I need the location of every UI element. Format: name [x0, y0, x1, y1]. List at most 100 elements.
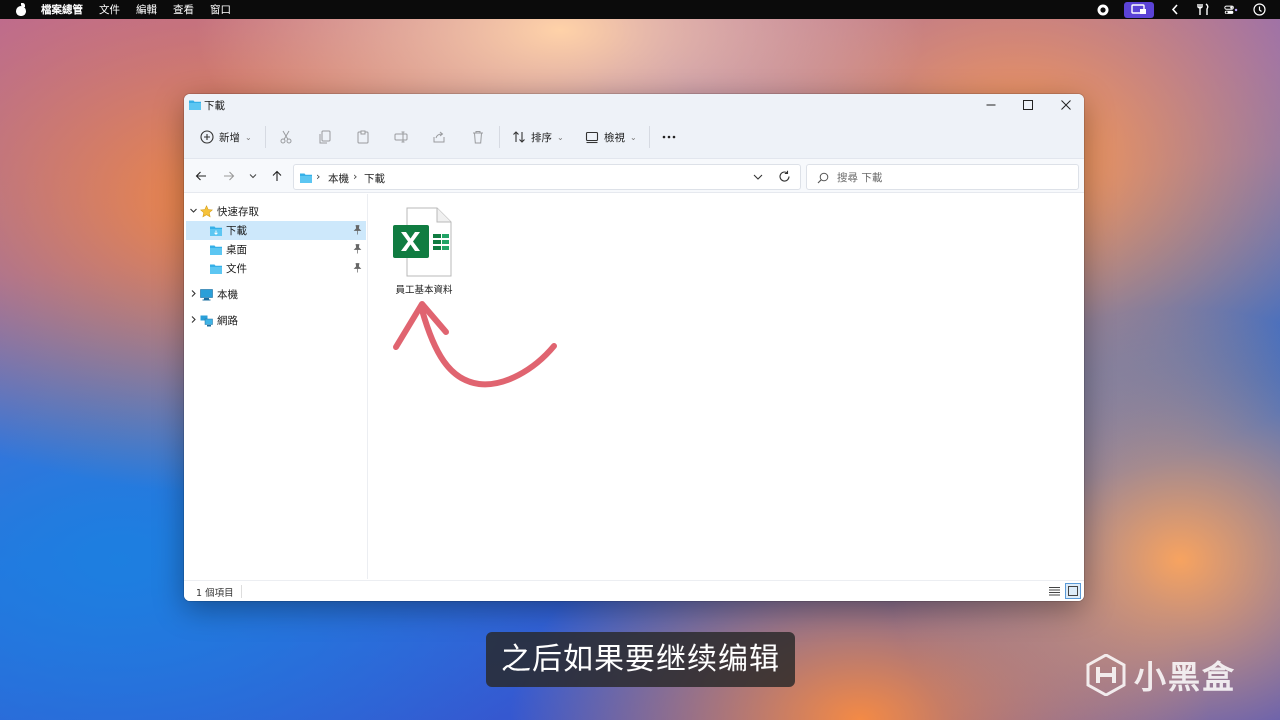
sidebar-item-network[interactable]: 網路 — [186, 311, 366, 330]
menu-view[interactable]: 查看 — [173, 2, 194, 17]
view-button[interactable]: 檢視 ⌄ — [585, 124, 637, 150]
tiles-view-icon — [1068, 586, 1078, 596]
file-explorer-window: 下載 新增 ⌄ 排序 ⌄ 檢視 ⌄ › 本機 › 下載 搜尋 下載 快速存取 下… — [184, 94, 1084, 601]
rename-icon — [394, 131, 408, 143]
refresh-button[interactable] — [778, 170, 791, 186]
address-dropdown-button[interactable] — [752, 171, 764, 186]
title-bar: 下載 — [184, 94, 1084, 116]
copy-button[interactable] — [318, 124, 332, 150]
maximize-button[interactable] — [1010, 94, 1046, 116]
chevron-down-icon[interactable] — [186, 206, 200, 218]
navigation-pane: 快速存取 下載 桌面 文件 本機 網路 — [184, 194, 368, 579]
more-options-button[interactable] — [661, 124, 677, 150]
search-box[interactable] — [806, 164, 1079, 190]
sidebar-item-label: 快速存取 — [217, 206, 259, 218]
menu-edit[interactable]: 編輯 — [136, 2, 157, 17]
share-icon — [433, 131, 445, 143]
chevron-left-icon[interactable] — [1168, 3, 1182, 17]
folder-icon — [210, 225, 222, 236]
address-row: › 本機 › 下載 — [184, 159, 1084, 193]
up-button[interactable] — [267, 167, 287, 185]
maximize-icon — [1023, 100, 1033, 110]
menu-file[interactable]: 文件 — [99, 2, 120, 17]
pin-icon[interactable] — [353, 263, 362, 276]
delete-button[interactable] — [471, 124, 485, 150]
excel-file-icon — [393, 207, 452, 277]
control-center-icon[interactable] — [1224, 3, 1238, 17]
chevron-down-icon — [249, 174, 257, 179]
delete-icon — [473, 131, 483, 144]
tiles-view-button[interactable] — [1065, 583, 1081, 599]
recent-locations-button[interactable] — [243, 167, 263, 185]
new-button[interactable]: 新增 ⌄ — [200, 124, 252, 150]
cut-icon — [280, 130, 292, 144]
more-icon — [662, 135, 676, 139]
search-input[interactable] — [837, 170, 1067, 186]
menu-bar: 檔案總管 文件 編輯 查看 窗口 — [0, 0, 1280, 19]
sidebar-item-label: 下載 — [226, 225, 247, 237]
arrow-left-icon — [195, 171, 206, 181]
sidebar-item-documents[interactable]: 文件 — [186, 259, 366, 278]
breadcrumb-downloads[interactable]: 下載 — [364, 171, 385, 186]
address-bar[interactable]: › 本機 › 下載 — [293, 164, 801, 190]
brand-name: 小黑盒 — [1134, 658, 1237, 696]
network-icon — [200, 315, 213, 327]
close-icon — [1061, 100, 1071, 110]
video-subtitle: 之后如果要继续编辑 — [486, 632, 795, 687]
minimize-button[interactable] — [973, 94, 1009, 116]
computer-icon — [200, 288, 213, 301]
watermark: 小黑盒 — [1086, 652, 1236, 698]
record-icon[interactable] — [1096, 3, 1110, 17]
pin-icon[interactable] — [353, 244, 362, 257]
back-button[interactable] — [191, 167, 211, 185]
details-view-button[interactable] — [1046, 583, 1062, 599]
refresh-icon — [779, 170, 790, 182]
sidebar-item-label: 本機 — [217, 289, 238, 301]
sidebar-item-quick-access[interactable]: 快速存取 — [186, 202, 366, 221]
plus-circle-icon — [200, 130, 214, 144]
star-icon — [200, 205, 213, 218]
forward-button[interactable] — [219, 167, 239, 185]
chevron-right-icon[interactable] — [186, 315, 200, 327]
pin-icon[interactable] — [353, 225, 362, 238]
rename-button[interactable] — [394, 124, 408, 150]
sort-button-label: 排序 — [531, 131, 552, 144]
sidebar-item-label: 文件 — [226, 263, 247, 275]
search-icon — [817, 172, 829, 187]
menu-app-name[interactable]: 檔案總管 — [41, 2, 83, 17]
sidebar-item-this-pc[interactable]: 本機 — [186, 285, 366, 304]
minimize-icon — [986, 104, 996, 106]
heybox-logo-icon — [1086, 654, 1126, 696]
item-count: 1 個項目 — [196, 588, 234, 599]
paste-button[interactable] — [356, 124, 370, 150]
breadcrumb-this-pc[interactable]: 本機 — [328, 171, 349, 186]
sidebar-item-desktop[interactable]: 桌面 — [186, 240, 366, 259]
status-bar: 1 個項目 — [184, 580, 1084, 601]
cut-button[interactable] — [279, 124, 293, 150]
display-mirror-icon[interactable] — [1124, 1, 1154, 18]
toolbar-divider — [649, 126, 650, 148]
new-button-label: 新增 — [219, 131, 240, 144]
close-button[interactable] — [1048, 94, 1084, 116]
menu-window[interactable]: 窗口 — [210, 2, 231, 17]
chevron-down-icon: ⌄ — [630, 132, 637, 142]
status-divider — [241, 585, 242, 598]
timer-icon[interactable] — [1252, 3, 1266, 17]
chevron-down-icon — [753, 174, 763, 180]
toolbar-divider — [265, 126, 266, 148]
menubar-status-area — [1096, 0, 1266, 19]
folder-icon — [210, 244, 222, 255]
sidebar-item-downloads[interactable]: 下載 — [186, 221, 366, 240]
sidebar-item-label: 桌面 — [226, 244, 247, 256]
tools-icon[interactable] — [1196, 3, 1210, 17]
chevron-right-icon[interactable] — [186, 289, 200, 301]
annotation-arrow-icon — [393, 301, 557, 388]
chevron-down-icon: ⌄ — [245, 132, 252, 142]
share-button[interactable] — [432, 124, 446, 150]
apple-icon[interactable] — [15, 3, 27, 16]
window-title: 下載 — [204, 100, 225, 112]
file-item[interactable]: 員工基本資料 — [389, 206, 459, 296]
sort-button[interactable]: 排序 ⌄ — [512, 124, 564, 150]
folder-icon — [189, 99, 201, 113]
folder-icon — [300, 172, 312, 186]
